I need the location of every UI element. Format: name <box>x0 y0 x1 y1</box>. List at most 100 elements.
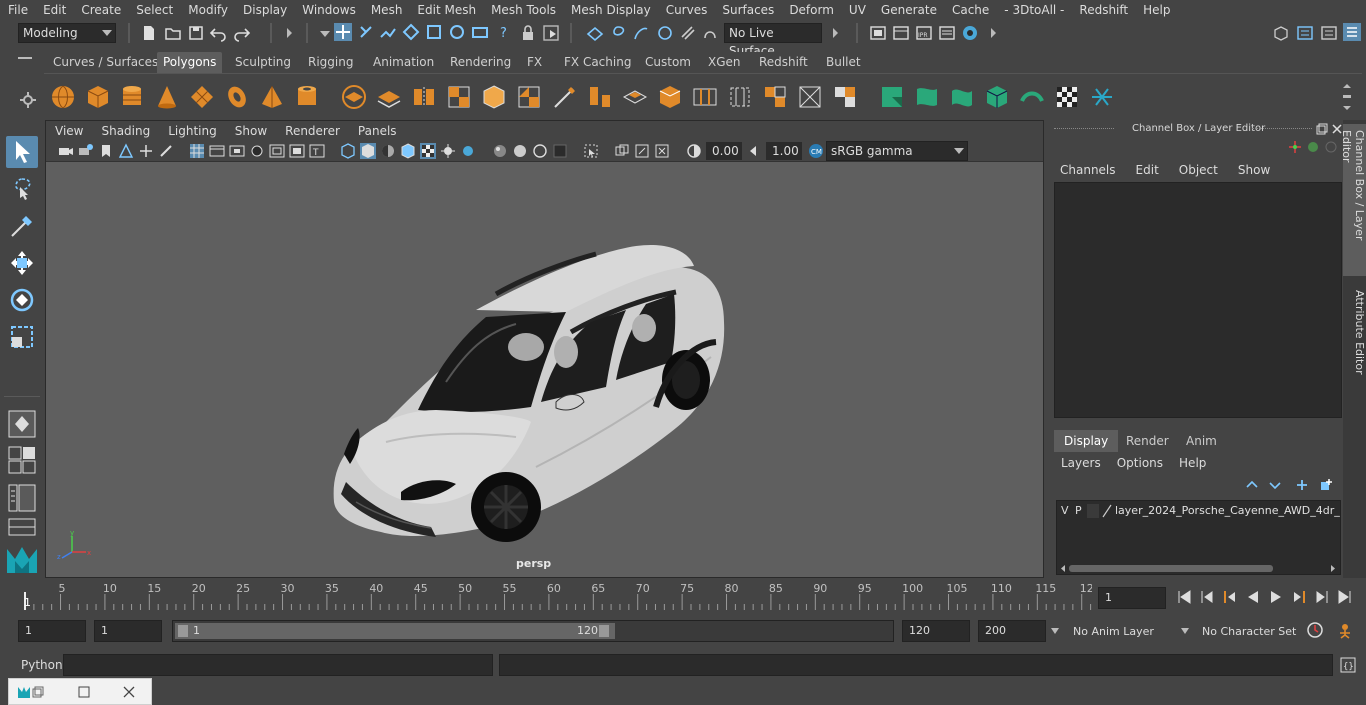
tab-redshift[interactable]: Redshift <box>753 52 814 73</box>
gear-icon[interactable] <box>18 90 38 110</box>
show-menu[interactable]: Show <box>1230 160 1282 180</box>
paint-select-icon[interactable] <box>632 24 650 42</box>
separate-icon[interactable] <box>375 83 403 111</box>
snap-curve-icon[interactable] <box>425 23 443 41</box>
color-management-icon[interactable]: CM <box>808 143 824 159</box>
step-forward-key-icon[interactable] <box>1291 589 1307 605</box>
render-settings-icon[interactable] <box>938 24 956 42</box>
panel-menu-renderer[interactable]: Renderer <box>276 124 349 138</box>
move-tool-icon[interactable] <box>6 247 38 279</box>
tab-fx[interactable]: FX <box>521 52 548 73</box>
camera-icon[interactable] <box>58 143 74 159</box>
menu-display[interactable]: Display <box>235 0 294 20</box>
rotate-tool-icon[interactable] <box>6 284 38 316</box>
depth-of-field-icon[interactable] <box>552 143 568 159</box>
backface-culling-icon[interactable] <box>654 143 670 159</box>
combine-icon[interactable] <box>340 83 368 111</box>
car-model[interactable] <box>326 232 746 552</box>
cylindrical-map-icon[interactable] <box>948 83 976 111</box>
default-material-icon[interactable] <box>380 143 396 159</box>
bridge-icon[interactable] <box>586 83 614 111</box>
panel-menu-view[interactable]: View <box>46 124 92 138</box>
image-plane-icon[interactable] <box>118 143 134 159</box>
maximize-icon[interactable] <box>77 685 91 699</box>
menu-mesh[interactable]: Mesh <box>363 0 410 20</box>
scene-start-field[interactable]: 1 <box>18 620 86 642</box>
chevron-down-icon[interactable] <box>1180 627 1190 635</box>
film-gate-icon[interactable] <box>209 143 225 159</box>
tab-bullet[interactable]: Bullet <box>820 52 867 73</box>
toggle-attribute-editor-icon[interactable] <box>1320 24 1338 42</box>
poly-cube-icon[interactable] <box>84 83 112 111</box>
go-to-start-icon[interactable] <box>1176 589 1192 605</box>
new-scene-icon[interactable] <box>140 24 158 42</box>
tab-render[interactable]: Render <box>1116 430 1179 452</box>
automatic-map-icon[interactable] <box>983 83 1011 111</box>
menu-surfaces[interactable]: Surfaces <box>714 0 781 20</box>
move-layer-up-icon[interactable] <box>1245 478 1259 492</box>
auto-key-icon[interactable] <box>1306 621 1324 639</box>
select-by-component-icon[interactable] <box>379 23 397 41</box>
range-end-grip[interactable] <box>599 625 609 637</box>
menu-mesh-tools[interactable]: Mesh Tools <box>483 0 563 20</box>
menu-curves[interactable]: Curves <box>658 0 715 20</box>
select-by-object-icon[interactable] <box>357 23 375 41</box>
gamma-icon[interactable] <box>746 143 762 159</box>
layer-visibility-toggle[interactable]: V <box>1061 504 1069 517</box>
menu-help[interactable]: Help <box>1135 0 1177 20</box>
poly-torus-icon[interactable] <box>223 83 251 111</box>
planar-map-icon[interactable] <box>913 83 941 111</box>
save-scene-icon[interactable] <box>187 24 205 42</box>
menu-3dtoall[interactable]: - 3DtoAll - <box>996 0 1071 20</box>
shelf-menu-icon[interactable] <box>18 57 32 59</box>
four-view-layout-icon[interactable] <box>8 446 36 474</box>
play-forwards-icon[interactable] <box>1268 589 1284 605</box>
poly-pyramid-icon[interactable] <box>258 83 286 111</box>
collapse-icon[interactable] <box>280 24 298 42</box>
mirror-icon[interactable] <box>445 83 473 111</box>
shadows-icon[interactable] <box>460 143 476 159</box>
gamma-field[interactable]: 1.00 <box>766 142 802 160</box>
time-slider[interactable]: 5 10 15 20 25 30 35 40 45 50 55 60 65 70 75 80 85 90 95 100… <box>18 580 1092 612</box>
paint-select-tool-icon[interactable] <box>6 210 38 242</box>
poly-pipe-icon[interactable] <box>293 83 321 111</box>
scroll-left-icon[interactable] <box>1059 564 1067 573</box>
wireframe-on-shaded-icon[interactable] <box>400 143 416 159</box>
playback-end-field[interactable]: 120 <box>902 620 970 642</box>
shelf-scroll[interactable] <box>1342 82 1352 112</box>
options-menu[interactable]: Options <box>1108 453 1170 473</box>
restore-icon[interactable] <box>31 685 45 699</box>
tab-polygons[interactable]: Polygons <box>157 52 223 73</box>
tab-custom[interactable]: Custom <box>639 52 697 73</box>
snap-together-icon[interactable] <box>586 24 604 42</box>
extrude-icon[interactable] <box>621 83 649 111</box>
tweak-icon[interactable] <box>656 24 674 42</box>
workspace-icon[interactable] <box>1272 24 1290 42</box>
mode-dropdown[interactable]: Modeling <box>18 23 116 43</box>
channels-menu[interactable]: Channels <box>1052 160 1128 180</box>
soft-select-icon[interactable] <box>679 24 697 42</box>
layer-color-icon[interactable] <box>1101 504 1113 518</box>
menu-windows[interactable]: Windows <box>294 0 363 20</box>
render-sequence-icon[interactable] <box>892 24 910 42</box>
speed-icon[interactable] <box>1306 140 1320 154</box>
scrollbar-thumb[interactable] <box>1069 565 1273 572</box>
extract-icon[interactable] <box>410 83 438 111</box>
cut-uv-icon[interactable] <box>1088 83 1116 111</box>
range-start-grip[interactable] <box>178 625 188 637</box>
bevel-icon[interactable] <box>656 83 684 111</box>
drag-handle[interactable] <box>1252 128 1312 130</box>
tab-rigging[interactable]: Rigging <box>302 52 359 73</box>
panel-menu-shading[interactable]: Shading <box>92 124 159 138</box>
live-surface-field[interactable]: No Live Surface <box>724 23 822 58</box>
exposure-icon[interactable] <box>686 143 702 159</box>
textured-icon[interactable] <box>420 143 436 159</box>
step-back-key-icon[interactable] <box>1222 589 1238 605</box>
script-editor-icon[interactable]: {} <box>1339 656 1357 674</box>
make-live-icon[interactable]: ? <box>495 23 513 41</box>
go-to-end-icon[interactable] <box>1337 589 1353 605</box>
new-layer-icon[interactable] <box>1295 478 1309 492</box>
selection-mask-dropdown-icon[interactable] <box>316 24 334 42</box>
bookmark-icon[interactable] <box>98 143 114 159</box>
layer-type-toggle[interactable] <box>1087 504 1099 518</box>
